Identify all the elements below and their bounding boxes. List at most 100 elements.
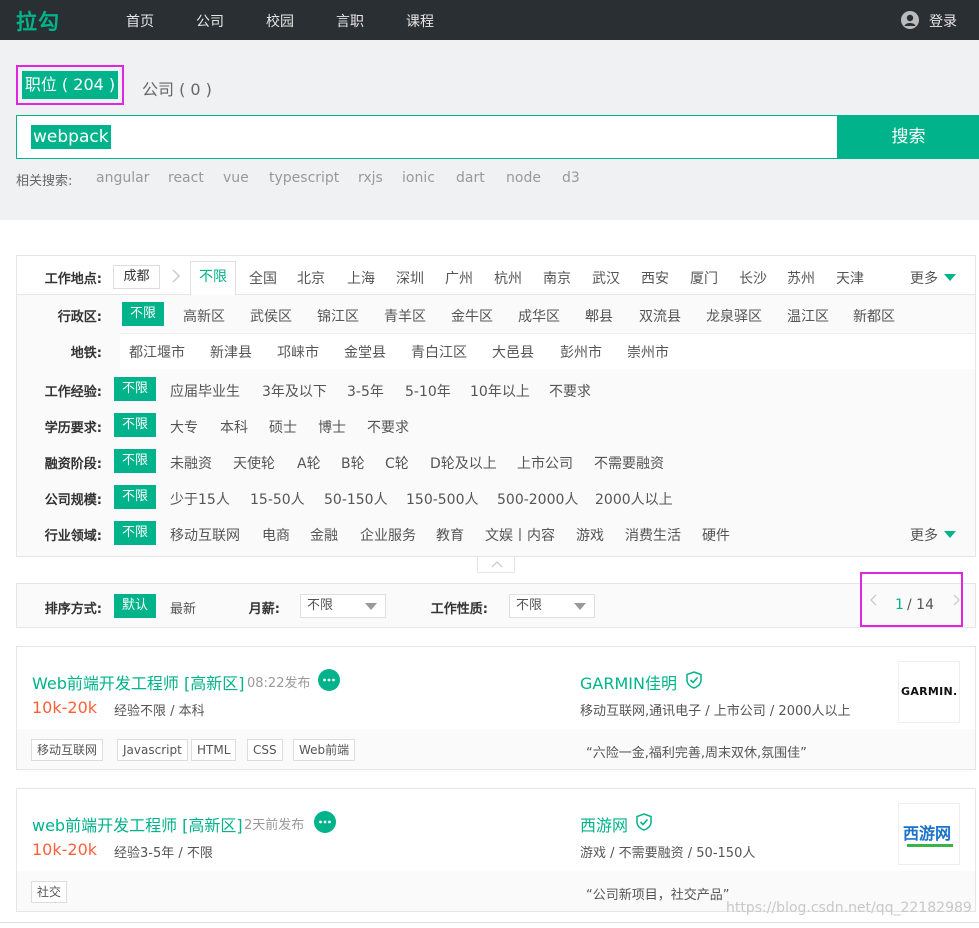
nav-home[interactable]: 首页 xyxy=(126,11,154,31)
city-option[interactable]: 长沙 xyxy=(739,268,767,288)
financing-option[interactable]: B轮 xyxy=(341,453,365,473)
district-option[interactable]: 温江区 xyxy=(787,306,829,326)
size-option[interactable]: 15-50人 xyxy=(250,489,305,509)
city-option[interactable]: 西安 xyxy=(641,268,669,288)
search-input[interactable]: webpack xyxy=(16,115,838,159)
experience-option[interactable]: 5-10年 xyxy=(405,381,451,401)
experience-option-active[interactable]: 不限 xyxy=(114,377,157,401)
company-logo[interactable]: GARMIN. xyxy=(898,661,960,723)
district-option[interactable]: 郫县 xyxy=(585,306,613,326)
experience-option[interactable]: 3-5年 xyxy=(347,381,384,401)
related-link[interactable]: react xyxy=(168,170,204,186)
sort-newest-button[interactable]: 最新 xyxy=(170,598,196,617)
sort-default-button[interactable]: 默认 xyxy=(114,594,157,618)
metro-option[interactable]: 新津县 xyxy=(210,342,252,362)
city-option[interactable]: 全国 xyxy=(249,268,277,288)
chat-icon[interactable] xyxy=(314,811,336,833)
experience-option[interactable]: 3年及以下 xyxy=(262,381,327,401)
financing-option-active[interactable]: 不限 xyxy=(114,449,157,473)
search-button[interactable]: 搜索 xyxy=(838,115,979,159)
district-option-active[interactable]: 不限 xyxy=(122,302,165,326)
job-title[interactable]: web前端开发工程师 [高新区] xyxy=(32,812,243,836)
chevron-right-icon[interactable] xyxy=(952,593,962,607)
city-option[interactable]: 广州 xyxy=(445,268,473,288)
city-more-button[interactable]: 更多 xyxy=(910,268,956,288)
industry-option[interactable]: 硬件 xyxy=(702,525,730,545)
current-city[interactable]: 成都 xyxy=(113,265,160,289)
related-link[interactable]: ionic xyxy=(402,170,435,186)
metro-option[interactable]: 金堂县 xyxy=(344,342,386,362)
tab-companies[interactable]: 公司 ( 0 ) xyxy=(142,76,212,100)
metro-option[interactable]: 彭州市 xyxy=(560,342,602,362)
city-option-active[interactable]: 不限 xyxy=(190,261,236,295)
industry-option[interactable]: 游戏 xyxy=(576,525,604,545)
industry-option[interactable]: 消费生活 xyxy=(625,525,681,545)
city-option[interactable]: 苏州 xyxy=(787,268,815,288)
related-link[interactable]: typescript xyxy=(269,170,339,186)
city-option[interactable]: 上海 xyxy=(347,268,375,288)
metro-option[interactable]: 大邑县 xyxy=(492,342,534,362)
city-option[interactable]: 天津 xyxy=(836,268,864,288)
related-link[interactable]: d3 xyxy=(562,170,580,186)
company-logo[interactable]: 西游网 xyxy=(898,803,960,865)
education-option[interactable]: 大专 xyxy=(170,417,198,437)
city-option[interactable]: 厦门 xyxy=(690,268,718,288)
district-option[interactable]: 高新区 xyxy=(183,306,225,326)
metro-option[interactable]: 崇州市 xyxy=(627,342,669,362)
financing-option[interactable]: 上市公司 xyxy=(517,453,573,473)
job-nature-select[interactable]: 不限 xyxy=(509,594,595,618)
education-option[interactable]: 不要求 xyxy=(367,417,409,437)
district-option[interactable]: 双流县 xyxy=(639,306,681,326)
nav-yanzhi[interactable]: 言职 xyxy=(336,11,364,31)
login-link[interactable]: 登录 xyxy=(929,11,957,31)
industry-option-active[interactable]: 不限 xyxy=(114,521,157,545)
size-option[interactable]: 2000人以上 xyxy=(595,489,673,509)
size-option[interactable]: 500-2000人 xyxy=(497,489,578,509)
education-option[interactable]: 博士 xyxy=(318,417,346,437)
nav-company[interactable]: 公司 xyxy=(196,11,224,31)
education-option-active[interactable]: 不限 xyxy=(114,413,157,437)
experience-option[interactable]: 不要求 xyxy=(549,381,591,401)
site-logo[interactable]: 拉勾 xyxy=(16,6,60,36)
district-option[interactable]: 成华区 xyxy=(518,306,560,326)
industry-option[interactable]: 电商 xyxy=(262,525,290,545)
district-option[interactable]: 金牛区 xyxy=(451,306,493,326)
tab-jobs[interactable]: 职位 ( 204 ) xyxy=(22,71,118,99)
metro-option[interactable]: 都江堰市 xyxy=(129,342,185,362)
district-option[interactable]: 锦江区 xyxy=(317,306,359,326)
financing-option[interactable]: D轮及以上 xyxy=(430,453,497,473)
city-option[interactable]: 武汉 xyxy=(592,268,620,288)
related-link[interactable]: angular xyxy=(96,170,149,186)
related-link[interactable]: rxjs xyxy=(358,170,383,186)
related-link[interactable]: node xyxy=(506,170,541,186)
district-option[interactable]: 龙泉驿区 xyxy=(706,306,762,326)
education-option[interactable]: 硕士 xyxy=(269,417,297,437)
job-title[interactable]: Web前端开发工程师 [高新区] xyxy=(32,670,244,694)
financing-option[interactable]: C轮 xyxy=(385,453,409,473)
industry-option[interactable]: 文娱丨内容 xyxy=(485,525,555,545)
job-card[interactable]: Web前端开发工程师 [高新区] 08:22发布 10k-20k 经验不限 / … xyxy=(16,646,976,770)
size-option[interactable]: 150-500人 xyxy=(406,489,479,509)
salary-select[interactable]: 不限 xyxy=(300,594,386,618)
financing-option[interactable]: 天使轮 xyxy=(233,453,275,473)
size-option-active[interactable]: 不限 xyxy=(114,485,157,509)
district-option[interactable]: 新都区 xyxy=(853,306,895,326)
district-option[interactable]: 武侯区 xyxy=(250,306,292,326)
job-card[interactable]: web前端开发工程师 [高新区] 2天前发布 10k-20k 经验3-5年 / … xyxy=(16,788,976,912)
industry-option[interactable]: 教育 xyxy=(436,525,464,545)
metro-option[interactable]: 邛崃市 xyxy=(277,342,319,362)
nav-campus[interactable]: 校园 xyxy=(266,11,294,31)
size-option[interactable]: 50-150人 xyxy=(324,489,388,509)
industry-more-button[interactable]: 更多 xyxy=(910,525,956,545)
industry-option[interactable]: 移动互联网 xyxy=(170,525,240,545)
experience-option[interactable]: 10年以上 xyxy=(470,381,530,401)
industry-option[interactable]: 企业服务 xyxy=(360,525,416,545)
user-icon[interactable] xyxy=(901,11,919,29)
chat-icon[interactable] xyxy=(318,669,340,691)
related-link[interactable]: vue xyxy=(223,170,249,186)
metro-option[interactable]: 青白江区 xyxy=(411,342,467,362)
city-option[interactable]: 南京 xyxy=(543,268,571,288)
industry-option[interactable]: 金融 xyxy=(310,525,338,545)
size-option[interactable]: 少于15人 xyxy=(170,489,230,509)
related-link[interactable]: dart xyxy=(456,170,485,186)
